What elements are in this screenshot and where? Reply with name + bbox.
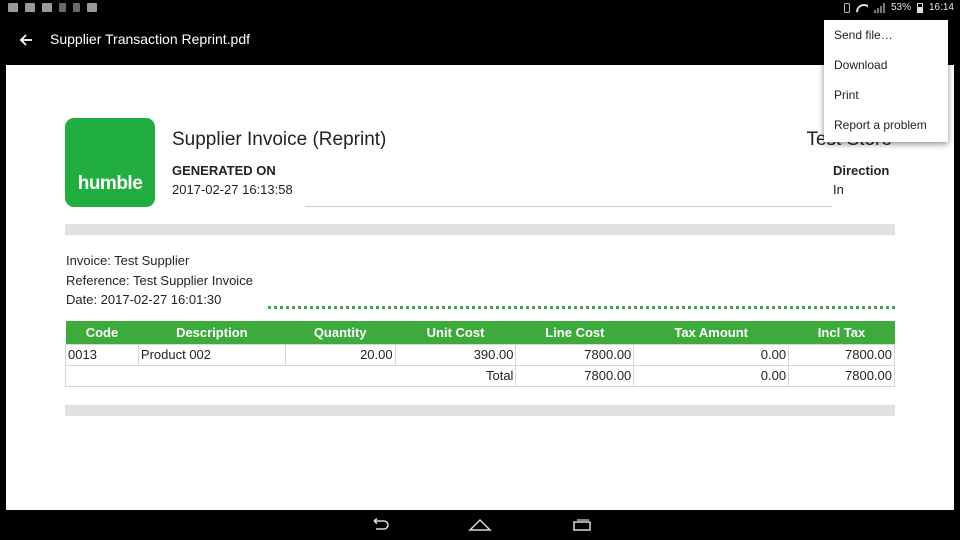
divider — [305, 206, 832, 207]
nav-recent-apps-icon[interactable] — [572, 519, 592, 531]
menu-item-report-problem[interactable]: Report a problem — [824, 111, 948, 141]
cell-tax-amount: 0.00 — [633, 343, 790, 366]
logo-text: humble — [77, 173, 143, 194]
separator-band — [65, 224, 895, 235]
invoice-line: Invoice: Test Supplier — [66, 253, 190, 268]
direction-label: Direction — [833, 163, 890, 178]
status-bar: 53% 16:14 — [0, 0, 960, 16]
nav-home-icon[interactable] — [468, 518, 492, 532]
column-header: Code — [65, 321, 139, 344]
overflow-menu: Send file… Download Print Report a probl… — [824, 20, 948, 142]
column-header: Description — [138, 321, 286, 344]
notification-icons — [8, 3, 97, 12]
column-header: Unit Cost — [395, 321, 516, 344]
document-title: Supplier Transaction Reprint.pdf — [50, 31, 250, 47]
column-header: Quantity — [285, 321, 396, 344]
invoice-table: Code Description Quantity Unit Cost Line… — [64, 321, 895, 387]
cell-unit-cost: 390.00 — [394, 343, 517, 366]
separator-band — [65, 405, 895, 416]
invoice-title: Supplier Invoice (Reprint) — [172, 129, 387, 150]
notification-icon — [25, 3, 35, 12]
total-tax-amount: 0.00 — [633, 364, 790, 387]
table-header-row: Code Description Quantity Unit Cost Line… — [65, 321, 895, 344]
humble-logo: humble — [65, 118, 155, 207]
notification-icon — [8, 3, 18, 12]
notification-icon — [59, 3, 66, 12]
total-label: Total — [64, 364, 517, 387]
cell-quantity: 20.00 — [284, 343, 396, 366]
notification-icon — [87, 3, 97, 12]
total-line-cost: 7800.00 — [515, 364, 635, 387]
clock: 16:14 — [928, 2, 954, 13]
column-header: Line Cost — [515, 321, 634, 344]
dotted-divider — [268, 306, 895, 309]
generated-on-value: 2017-02-27 16:13:58 — [172, 182, 293, 197]
total-incl-tax: 7800.00 — [788, 364, 895, 387]
column-header: Incl Tax — [788, 321, 895, 344]
arrow-left-icon — [19, 34, 32, 46]
menu-item-print[interactable]: Print — [824, 81, 948, 111]
battery-icon — [916, 2, 923, 13]
total-row: Total 7800.00 0.00 7800.00 — [64, 364, 895, 387]
nav-back-icon[interactable] — [370, 518, 390, 532]
pdf-page: humble Supplier Invoice (Reprint) Test S… — [6, 65, 954, 510]
menu-item-download[interactable]: Download — [824, 51, 948, 81]
date-line: Date: 2017-02-27 16:01:30 — [66, 292, 222, 307]
wifi-icon — [856, 3, 868, 13]
generated-on-label: GENERATED ON — [172, 163, 276, 178]
direction-value: In — [833, 182, 844, 197]
table-row: 0013 Product 002 20.00 390.00 7800.00 0.… — [65, 343, 895, 366]
back-button[interactable] — [12, 26, 40, 54]
usb-icon — [73, 3, 80, 12]
cell-description: Product 002 — [137, 343, 286, 366]
signal-icon — [873, 2, 885, 13]
column-header: Tax Amount — [633, 321, 789, 344]
cell-line-cost: 7800.00 — [515, 343, 635, 366]
app-bar: Supplier Transaction Reprint.pdf — [0, 16, 960, 65]
battery-percent: 53% — [890, 2, 911, 13]
cell-incl-tax: 7800.00 — [788, 343, 895, 366]
bluetooth-icon — [843, 2, 850, 13]
cell-code: 0013 — [65, 343, 139, 366]
navigation-bar — [0, 510, 960, 540]
reference-line: Reference: Test Supplier Invoice — [66, 273, 253, 288]
menu-item-send-file[interactable]: Send file… — [824, 21, 948, 51]
notification-icon — [42, 3, 52, 12]
